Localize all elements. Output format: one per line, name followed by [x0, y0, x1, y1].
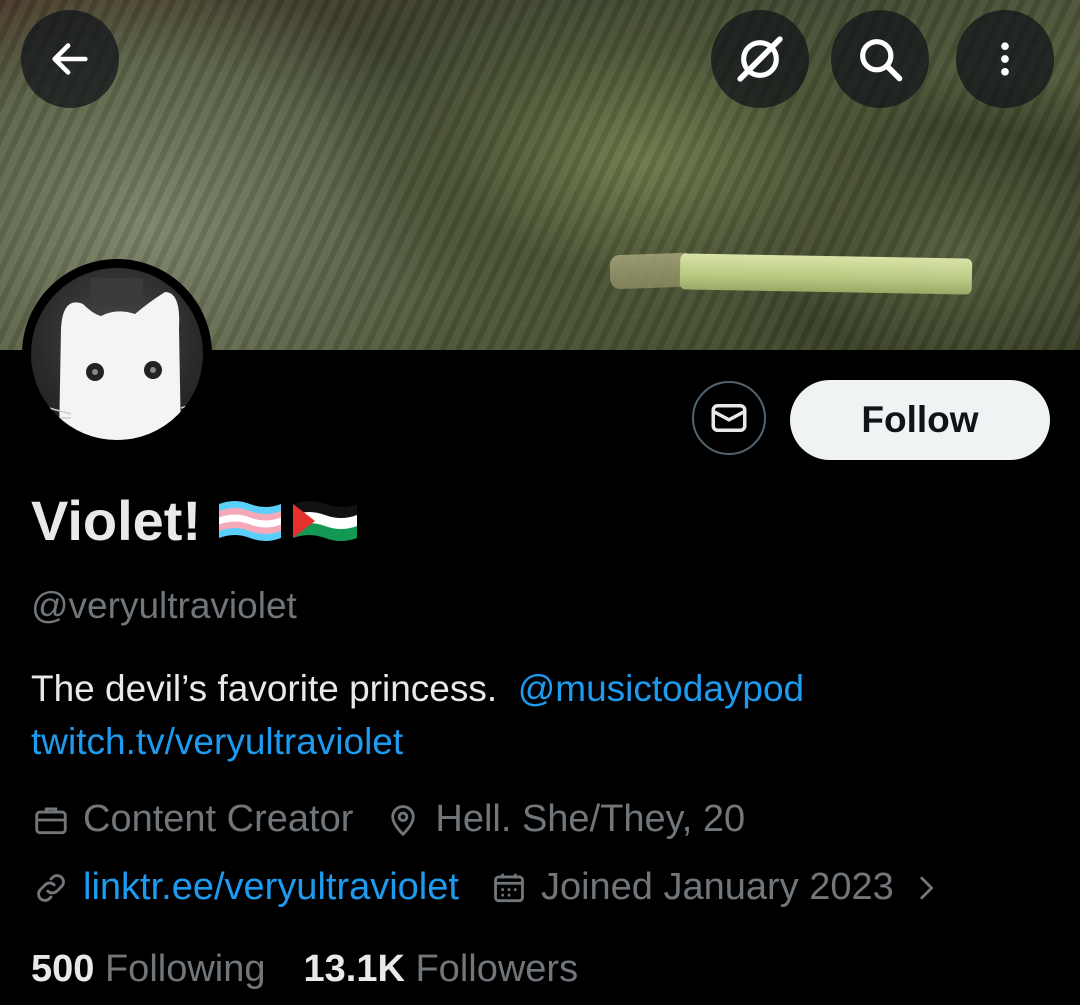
transgender-flag-icon — [219, 500, 282, 541]
search-button[interactable] — [831, 10, 929, 108]
followers-stat[interactable]: 13.1K Followers — [304, 948, 579, 991]
link-icon — [31, 868, 71, 908]
location-pin-icon — [383, 800, 423, 840]
following-stat[interactable]: 500 Following — [31, 948, 266, 991]
profile-meta-row-2: linktr.ee/veryultraviolet Joined January… — [31, 866, 976, 909]
more-vertical-icon — [1001, 42, 1009, 76]
envelope-icon — [711, 404, 747, 432]
back-button[interactable] — [21, 10, 119, 108]
search-icon — [860, 39, 903, 82]
display-name-text: Violet! — [31, 489, 202, 552]
bio-twitch-link[interactable]: twitch.tv/veryultraviolet — [31, 721, 403, 762]
chevron-right-icon — [906, 868, 946, 908]
category-text: Content Creator — [83, 798, 354, 840]
bio-mention-link[interactable]: @musictodaypod — [518, 668, 804, 709]
following-label: Following — [104, 948, 266, 990]
website-link[interactable]: linktr.ee/veryultraviolet — [83, 866, 459, 909]
message-button[interactable] — [692, 381, 766, 455]
follow-stats: 500 Following 13.1K Followers — [31, 948, 578, 991]
avatar[interactable] — [22, 259, 212, 449]
more-options-button[interactable] — [956, 10, 1054, 108]
briefcase-icon — [31, 800, 71, 840]
following-count: 500 — [31, 948, 95, 990]
palestine-flag-icon — [293, 500, 358, 541]
user-handle: @veryultraviolet — [31, 585, 297, 626]
bio: The devil’s favorite princess. @musictod… — [31, 662, 1051, 768]
profile-meta-row-1: Content Creator Hell. She/They, 20 — [31, 798, 775, 841]
flag-emojis — [217, 498, 359, 544]
followers-count: 13.1K — [303, 948, 405, 990]
profile-page: Follow Violet! @veryultraviolet The devi… — [0, 0, 1080, 1005]
grok-icon — [737, 36, 783, 82]
display-name: Violet! — [31, 488, 359, 553]
banner-cigarette — [679, 253, 973, 295]
calendar-icon — [489, 868, 529, 908]
location-item: Hell. She/They, 20 — [383, 798, 745, 841]
website-item[interactable]: linktr.ee/veryultraviolet — [31, 866, 459, 909]
followers-label: Followers — [415, 948, 579, 990]
category-item: Content Creator — [31, 798, 353, 841]
banner-cigarette-tip — [609, 252, 691, 290]
joined-item[interactable]: Joined January 2023 — [489, 866, 946, 909]
cat-avatar-picture — [48, 278, 200, 440]
bio-text: The devil’s favorite princess. — [31, 668, 498, 709]
avatar-image — [31, 268, 203, 440]
back-arrow-icon — [52, 43, 88, 75]
grok-button[interactable] — [711, 10, 809, 108]
joined-text: Joined January 2023 — [540, 866, 894, 908]
location-text: Hell. She/They, 20 — [435, 798, 746, 840]
follow-button[interactable]: Follow — [790, 380, 1050, 460]
